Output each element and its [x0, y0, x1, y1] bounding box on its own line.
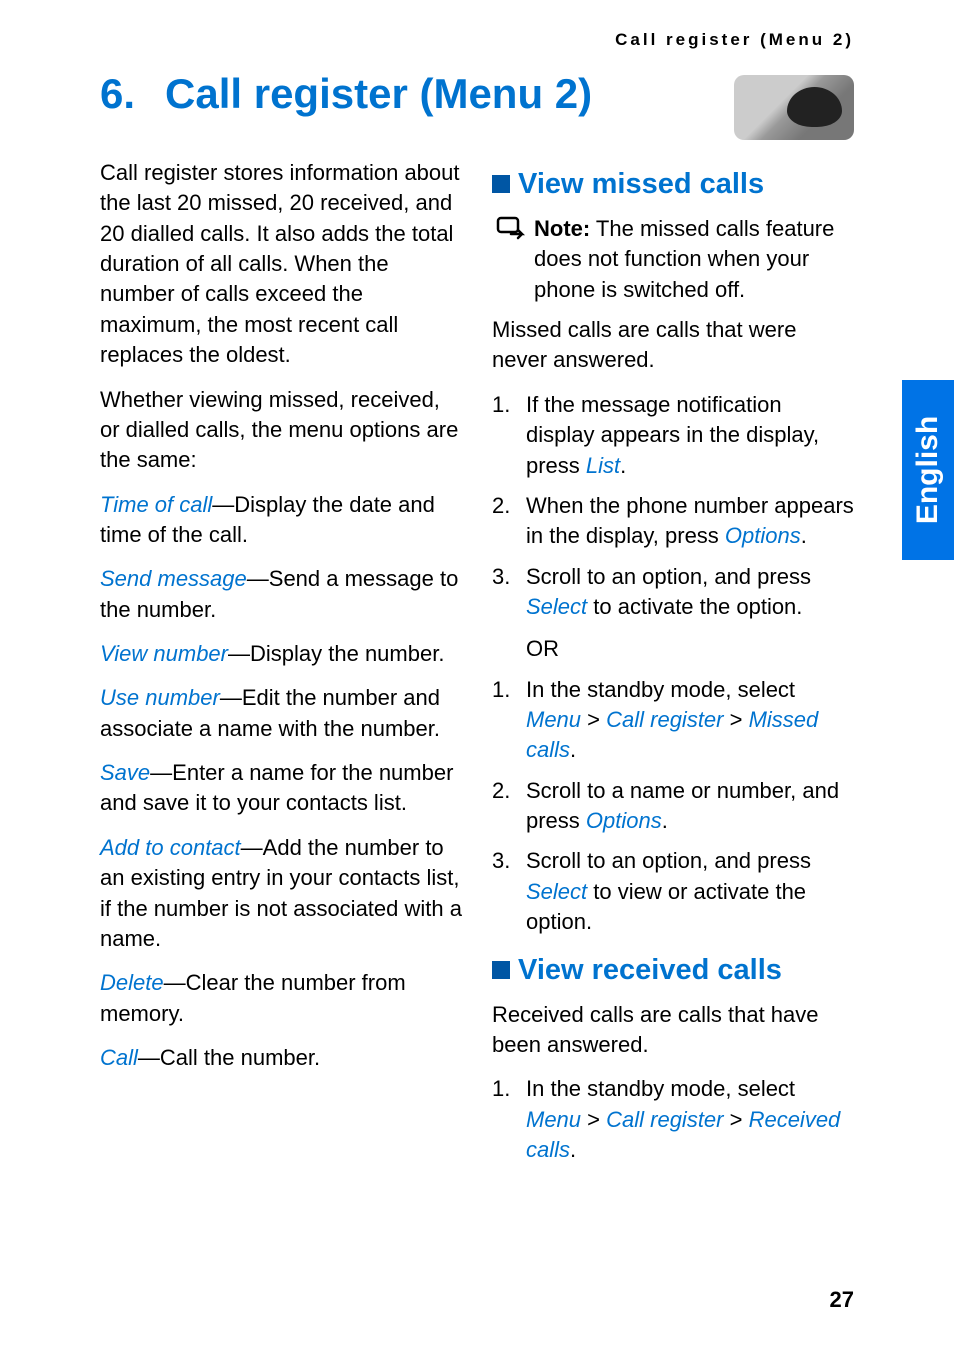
section-bullet-icon	[492, 961, 510, 979]
section-view-missed-calls: View missed calls	[492, 164, 854, 204]
term: Use number	[100, 685, 220, 710]
ui-term: Menu	[526, 707, 581, 732]
ui-term: Call register	[606, 707, 723, 732]
note-block: Note: The missed calls feature does not …	[492, 214, 854, 305]
chapter-number: 6.	[100, 70, 135, 118]
running-header: Call register (Menu 2)	[100, 30, 854, 50]
option-send-message: Send message—Send a message to the numbe…	[100, 564, 462, 625]
ui-term: Select	[526, 594, 587, 619]
note-label: Note:	[534, 216, 590, 241]
ui-term: Call register	[606, 1107, 723, 1132]
term: View number	[100, 641, 228, 666]
desc: —Call the number.	[138, 1045, 320, 1070]
option-view-number: View number—Display the number.	[100, 639, 462, 669]
intro-paragraph: Call register stores information about t…	[100, 158, 462, 371]
step-item: When the phone number appears in the dis…	[492, 491, 854, 552]
section-bullet-icon	[492, 175, 510, 193]
term: Delete	[100, 970, 164, 995]
page-number: 27	[830, 1287, 854, 1313]
step-item: Scroll to an option, and press Select to…	[492, 846, 854, 937]
left-column: Call register stores information about t…	[100, 158, 462, 1177]
ui-term: Select	[526, 879, 587, 904]
term: Call	[100, 1045, 138, 1070]
option-add-to-contact: Add to contact—Add the number to an exis…	[100, 833, 462, 954]
chapter-title-text: Call register (Menu 2)	[165, 70, 592, 118]
missed-desc: Missed calls are calls that were never a…	[492, 315, 854, 376]
term: Save	[100, 760, 150, 785]
option-call: Call—Call the number.	[100, 1043, 462, 1073]
ui-term: List	[586, 453, 620, 478]
steps-list-c: In the standby mode, select Menu > Call …	[492, 1074, 854, 1165]
ui-term: Options	[586, 808, 662, 833]
language-tab: English	[902, 380, 954, 560]
term: Add to contact	[100, 835, 241, 860]
step-item: Scroll to an option, and press Select to…	[492, 562, 854, 623]
note-arrow-icon	[492, 214, 534, 305]
section-title: View missed calls	[518, 164, 764, 204]
ui-term: Options	[725, 523, 801, 548]
language-tab-label: English	[911, 416, 945, 524]
section-title: View received calls	[518, 950, 782, 990]
term: Time of call	[100, 492, 212, 517]
received-desc: Received calls are calls that have been …	[492, 1000, 854, 1061]
option-delete: Delete—Clear the number from memory.	[100, 968, 462, 1029]
lead-paragraph: Whether viewing missed, received, or dia…	[100, 385, 462, 476]
right-column: View missed calls Note: The missed calls…	[492, 158, 854, 1177]
step-item: If the message notification display appe…	[492, 390, 854, 481]
ui-term: Menu	[526, 1107, 581, 1132]
term: Send message	[100, 566, 247, 591]
desc: —Enter a name for the number and save it…	[100, 760, 453, 815]
steps-list-b: In the standby mode, select Menu > Call …	[492, 675, 854, 938]
phone-icon	[734, 75, 854, 140]
option-use-number: Use number—Edit the number and associate…	[100, 683, 462, 744]
section-view-received-calls: View received calls	[492, 950, 854, 990]
option-time-of-call: Time of call—Display the date and time o…	[100, 490, 462, 551]
step-item: In the standby mode, select Menu > Call …	[492, 1074, 854, 1165]
desc: —Display the number.	[228, 641, 444, 666]
or-separator: OR	[492, 634, 854, 664]
steps-list-a: If the message notification display appe…	[492, 390, 854, 623]
step-item: Scroll to a name or number, and press Op…	[492, 776, 854, 837]
option-save: Save—Enter a name for the number and sav…	[100, 758, 462, 819]
step-item: In the standby mode, select Menu > Call …	[492, 675, 854, 766]
